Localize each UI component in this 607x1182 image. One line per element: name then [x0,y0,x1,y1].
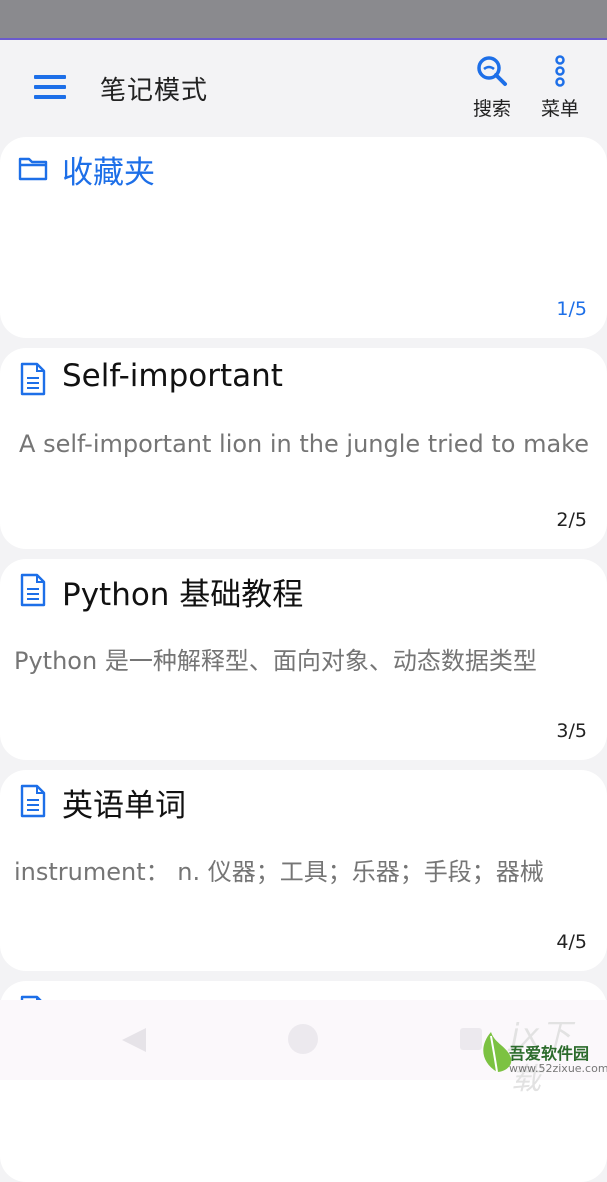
back-icon[interactable] [122,1028,146,1052]
watermark-url: www.52zixue.com [509,1062,607,1075]
card-title: 收藏夹 [62,155,155,191]
card-title: 英语单词 [62,788,186,824]
card-page-indicator: 2/5 [556,509,587,531]
search-label: 搜索 [472,98,511,120]
note-card[interactable]: Python 基础教程 Python 是一种解释型、面向对象、动态数据类型 3/… [0,559,607,760]
card-page-indicator: 4/5 [556,931,587,953]
hamburger-menu-icon[interactable] [34,75,68,101]
menu-button[interactable]: 菜单 [530,54,590,121]
app-bar: 笔记模式 搜索 菜单 [0,40,607,135]
card-snippet: Python 是一种解释型、面向对象、动态数据类型 [14,647,537,675]
home-icon[interactable] [288,1024,318,1054]
search-icon [477,56,507,86]
card-title: Python 基础教程 [62,577,304,613]
favorites-card[interactable]: 收藏夹 1/5 [0,137,607,338]
note-card[interactable]: Self-important A self-important lion in … [0,348,607,549]
watermark: jx下载 吾爱软件园 www.52zixue.com [475,1010,607,1097]
folder-icon [18,157,48,181]
more-vertical-icon [555,55,565,87]
card-page-indicator: 3/5 [556,720,587,742]
page-title: 笔记模式 [100,76,209,106]
card-snippet: instrument： n. 仪器；工具；乐器；手段；器械 [14,858,544,886]
document-icon [20,784,46,818]
document-icon [20,573,46,607]
search-button[interactable]: 搜索 [462,54,522,121]
watermark-site-name: 吾爱软件园 [509,1044,590,1063]
card-snippet: A self-important lion in the jungle trie… [19,430,589,458]
card-page-indicator: 1/5 [556,298,587,320]
menu-label: 菜单 [540,98,579,120]
document-icon [20,362,46,396]
card-title: Self-important [62,358,283,394]
note-card[interactable]: 英语单词 instrument： n. 仪器；工具；乐器；手段；器械 4/5 [0,770,607,971]
status-bar [0,0,607,40]
